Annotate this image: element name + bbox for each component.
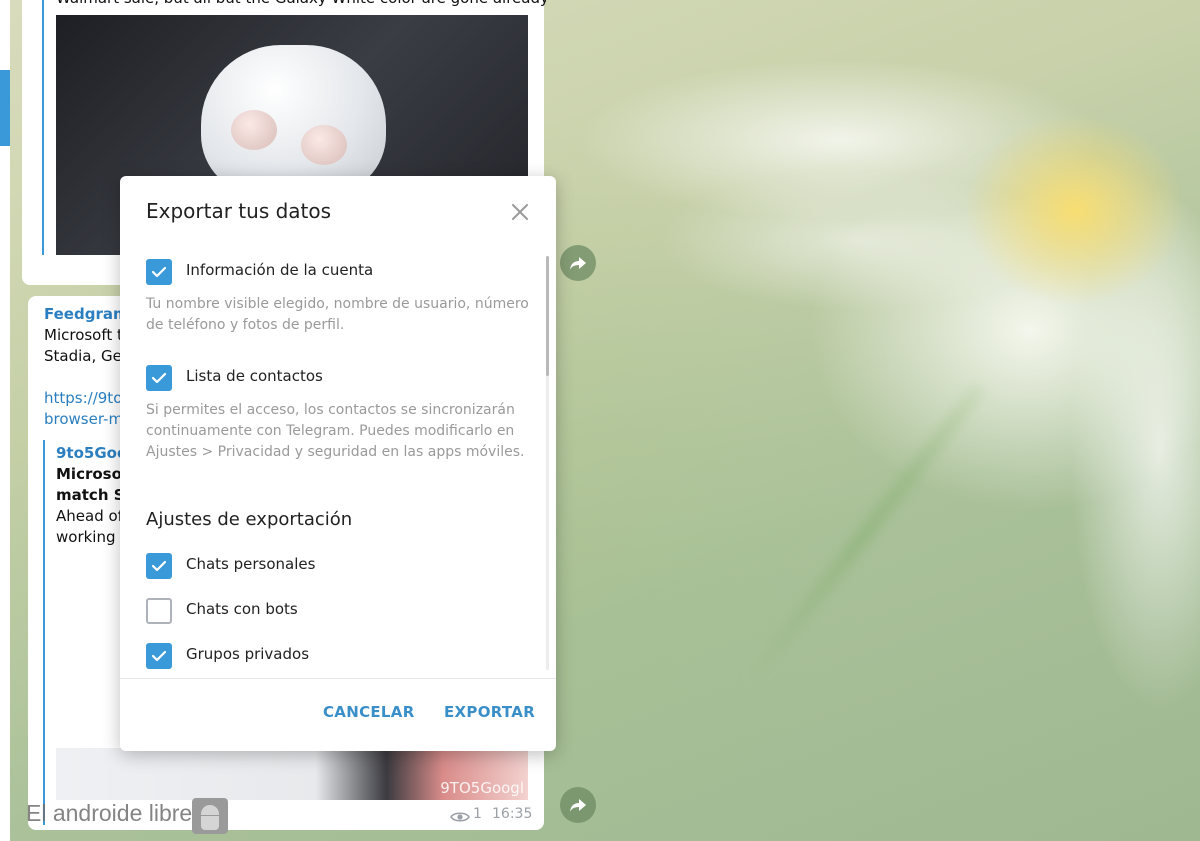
option-label: Chats personales [186,555,316,573]
earbud-left [231,110,277,150]
forward-button[interactable] [560,245,596,281]
option-label: Información de la cuenta [186,261,374,279]
link-preview-bar [42,0,44,255]
checkmark-icon [151,266,167,278]
checkbox-checked[interactable] [146,365,172,391]
option-label: Grupos privados [186,645,310,663]
preview-description: Ahead of [56,507,120,525]
option-description: Si permites el acceso, los contactos se … [146,402,525,460]
option-label: Chats con bots [186,600,298,618]
checkmark-icon [151,372,167,384]
close-button[interactable] [506,198,534,226]
preview-photo[interactable]: 9TO5Googl [56,748,528,800]
views-count: 1 [473,806,482,822]
message-link[interactable]: https://9to [44,388,120,409]
message-sender[interactable]: Feedgram [44,304,120,325]
preview-description: working i [56,528,120,546]
preview-title: match St [56,486,120,504]
forward-icon [570,799,586,812]
forward-button[interactable] [560,787,596,823]
scrollbar-thumb[interactable] [546,256,549,376]
option-label: Lista de contactos [186,367,323,385]
preview-site-name: 9to5Goo [56,444,120,462]
message-line: Microsoft t [44,326,120,344]
message-line: Stadia, Gel [44,347,120,365]
export-button[interactable]: EXPORTAR [444,703,535,721]
earbuds-case [201,45,386,195]
earbud-right [301,125,347,165]
checkmark-icon [151,650,167,662]
message-time: 16:35 [492,806,533,822]
cancel-button[interactable]: CANCELAR [323,703,415,721]
views-eye-icon [450,812,470,822]
checkbox-checked[interactable] [146,553,172,579]
site-watermark: El androide libre [26,800,193,826]
forward-icon [570,257,586,270]
export-settings-title: Ajustes de exportación [146,509,353,530]
checkbox-checked[interactable] [146,259,172,285]
export-data-dialog: Exportar tus datos Información de la cue… [120,176,556,751]
dialog-title: Exportar tus datos [146,199,332,223]
dialog-divider [120,678,556,679]
android-logo-icon [192,798,228,834]
preview-title: Microsof [56,465,120,483]
option-description: Tu nombre visible elegido, nombre de usu… [146,296,529,333]
checkbox-checked[interactable] [146,643,172,669]
active-chat-indicator [0,70,10,146]
checkmark-icon [151,560,167,572]
message-text: Walmart sale, but all but the Galaxy Whi… [56,0,546,9]
checkbox-unchecked[interactable] [146,598,172,624]
photo-watermark: 9TO5Googl [440,779,524,797]
message-link[interactable]: browser-m [44,409,120,430]
link-preview-bar [43,440,45,825]
close-icon [512,204,528,220]
